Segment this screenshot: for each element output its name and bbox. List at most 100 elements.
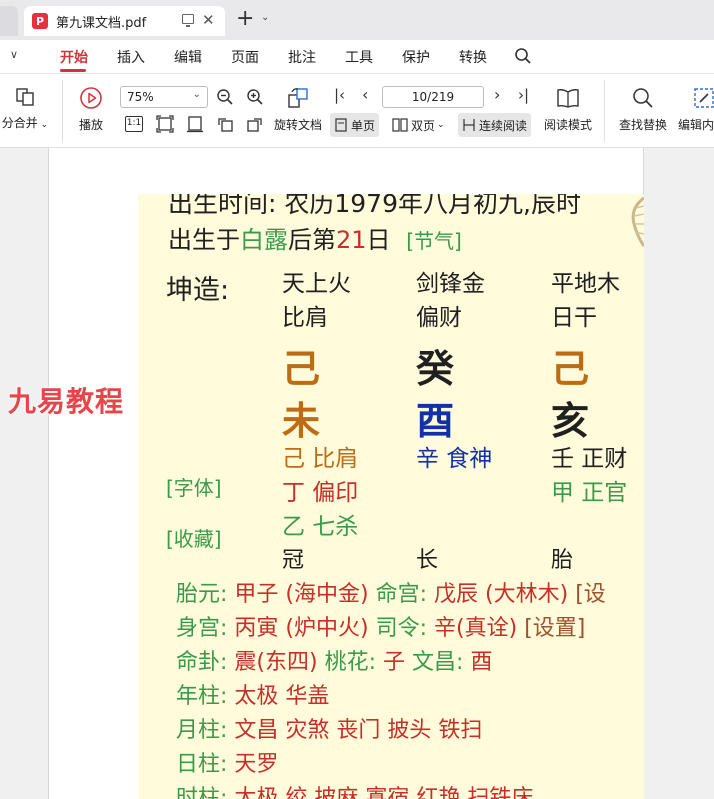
rizhu-line: 日柱: 天罗 xyxy=(176,746,278,778)
find-replace-button[interactable]: 查找替换 xyxy=(616,86,670,133)
canggan-day-1: 壬 正财 xyxy=(551,446,628,472)
rotate-right-icon[interactable] xyxy=(246,115,264,133)
toolbar: 分合并 ⌄ 播放 75% ⌄ 1:1 旋转文档 |‹ ‹ 10/219 › ›|… xyxy=(0,74,714,148)
edit-content-label: 编辑内 xyxy=(678,118,714,132)
merge-icon xyxy=(16,88,34,106)
canggan-month-1: 辛 食神 xyxy=(416,446,493,472)
merge-split-button[interactable]: 分合并 ⌄ xyxy=(0,86,50,131)
feather-sketch-icon xyxy=(631,196,644,247)
taiyuan-line: 胎元: 甲子 (海中金) 命宫: 戊辰 (大林木) [设 xyxy=(176,576,606,608)
minggua-value: 震(东四) xyxy=(234,650,318,675)
canggan-year-3: 乙 七杀 xyxy=(282,514,359,540)
nianzhu-value: 太极 华盖 xyxy=(234,684,330,709)
fit-page-icon[interactable] xyxy=(156,115,174,133)
wenchang-value: 酉 xyxy=(470,650,493,675)
canggan-day-2: 甲 正官 xyxy=(551,480,628,506)
document-tab[interactable]: P 第九课文档.pdf ✕ xyxy=(24,6,225,36)
close-tab-icon[interactable]: ✕ xyxy=(202,11,215,29)
zoom-select[interactable]: 75% ⌄ xyxy=(120,86,208,108)
menu-annotate[interactable]: 批注 xyxy=(288,47,316,67)
chevron-down-icon[interactable]: ⌄ xyxy=(261,12,269,23)
menu-protect[interactable]: 保护 xyxy=(402,47,430,67)
rizhu-value: 天罗 xyxy=(234,752,279,777)
siling-value: 辛(真诠) xyxy=(434,616,518,641)
zoom-in-icon[interactable] xyxy=(246,88,264,106)
fit-width-icon[interactable] xyxy=(186,115,204,133)
shishen-month: 偏财 xyxy=(416,305,462,331)
birth-after-suffix: 日 xyxy=(366,226,391,254)
rotate-left-icon[interactable] xyxy=(216,115,234,133)
zoom-out-icon[interactable] xyxy=(216,88,234,106)
page-image: 出生时间: 农历1979年八月初九,辰时 出生于白露后第21日 [节气] 坤造:… xyxy=(138,194,644,799)
changsheng-day: 胎 xyxy=(551,548,574,573)
toolbar-divider xyxy=(604,80,605,142)
find-replace-label: 查找替换 xyxy=(618,118,667,132)
actual-size-icon[interactable]: 1:1 xyxy=(125,116,143,132)
menu-insert[interactable]: 插入 xyxy=(117,47,145,67)
siling-setting-tag[interactable]: [设置] xyxy=(524,616,585,641)
birth-after-day: 21 xyxy=(336,226,367,254)
nayin-day: 平地木 xyxy=(551,271,620,297)
solar-term-line: 出生于白露后第21日 [节气] xyxy=(168,220,462,255)
nayin-month: 剑锋金 xyxy=(416,271,485,297)
shishen-year: 比肩 xyxy=(282,305,328,331)
chevron-down-icon[interactable]: ∨ xyxy=(10,48,18,61)
nayin-year: 天上火 xyxy=(282,271,351,297)
tab-bar: P 第九课文档.pdf ✕ + ⌄ xyxy=(0,0,714,40)
document-viewport[interactable]: 出生时间: 农历1979年八月初九,辰时 出生于白露后第21日 [节气] 坤造:… xyxy=(0,148,714,799)
nianzhu-line: 年柱: 太极 华盖 xyxy=(176,678,329,710)
chevron-down-icon: ⌄ xyxy=(437,120,445,130)
single-page-icon xyxy=(335,118,347,132)
menu-page[interactable]: 页面 xyxy=(231,47,259,67)
menu-home[interactable]: 开始 xyxy=(60,47,88,67)
double-page-button[interactable]: 双页 ⌄ xyxy=(388,113,449,137)
edit-content-button[interactable]: 编辑内 xyxy=(678,86,714,133)
rotate-document-button[interactable]: 旋转文档 xyxy=(272,86,324,133)
rotate-document-icon xyxy=(288,88,308,108)
continuous-reading-icon xyxy=(463,119,475,131)
search-icon[interactable] xyxy=(514,47,532,65)
actual-size-label: 1:1 xyxy=(126,118,142,128)
continuous-reading-label: 连续阅读 xyxy=(479,118,528,133)
tiangan-day: 己 xyxy=(551,347,590,391)
menu-tools[interactable]: 工具 xyxy=(345,47,373,67)
menu-convert[interactable]: 转换 xyxy=(459,47,487,67)
shizhu-line: 时柱: 太极 绞 披麻 寡宿 红艳 扫铁床 xyxy=(176,780,533,799)
continuous-reading-button[interactable]: 连续阅读 xyxy=(458,113,532,137)
canggan-year-1: 己 比肩 xyxy=(282,446,359,472)
single-page-button[interactable]: 单页 xyxy=(330,113,380,137)
birth-after-prefix: 出生于 xyxy=(168,226,240,254)
previous-page-icon[interactable]: ‹ xyxy=(362,85,368,104)
taohua-value: 子 xyxy=(383,650,406,675)
last-page-icon[interactable]: ›| xyxy=(518,86,529,104)
search-icon xyxy=(633,88,653,108)
active-menu-indicator xyxy=(60,69,86,72)
new-tab-icon[interactable]: + xyxy=(236,6,254,32)
taohua-label: 桃花: xyxy=(324,650,377,675)
book-icon xyxy=(557,89,579,108)
changsheng-month: 长 xyxy=(416,548,439,573)
first-page-icon[interactable]: |‹ xyxy=(334,86,345,104)
changsheng-year: 冠 xyxy=(282,548,305,573)
wenchang-label: 文昌: xyxy=(412,650,464,675)
monitor-icon[interactable] xyxy=(182,14,194,27)
reading-mode-button[interactable]: 阅读模式 xyxy=(542,86,594,133)
shengong-line: 身宫: 丙寅 (炉中火) 司令: 辛(真诠) [设置] xyxy=(176,610,585,642)
chevron-down-icon: ⌄ xyxy=(192,89,201,100)
next-page-icon[interactable]: › xyxy=(494,85,500,104)
dizhi-month: 酉 xyxy=(416,399,455,443)
zoom-value: 75% xyxy=(127,90,154,104)
collect-tag[interactable]: [收藏] xyxy=(166,523,222,552)
jieqi-tag[interactable]: [节气] xyxy=(406,229,462,253)
play-button[interactable]: 播放 xyxy=(74,86,108,133)
font-tag[interactable]: [字体] xyxy=(166,472,222,501)
kunzao-label: 坤造: xyxy=(166,275,230,306)
pdf-file-icon: P xyxy=(32,13,48,29)
minggong-setting-tag[interactable]: [设 xyxy=(575,582,606,607)
double-page-label: 双页 xyxy=(411,118,436,133)
minggua-label: 命卦: xyxy=(176,650,228,675)
previous-tab-stub[interactable] xyxy=(0,6,18,36)
menu-edit[interactable]: 编辑 xyxy=(174,47,202,67)
minggua-line: 命卦: 震(东四) 桃花: 子 文昌: 酉 xyxy=(176,644,492,676)
page-number-input[interactable]: 10/219 xyxy=(382,86,484,108)
